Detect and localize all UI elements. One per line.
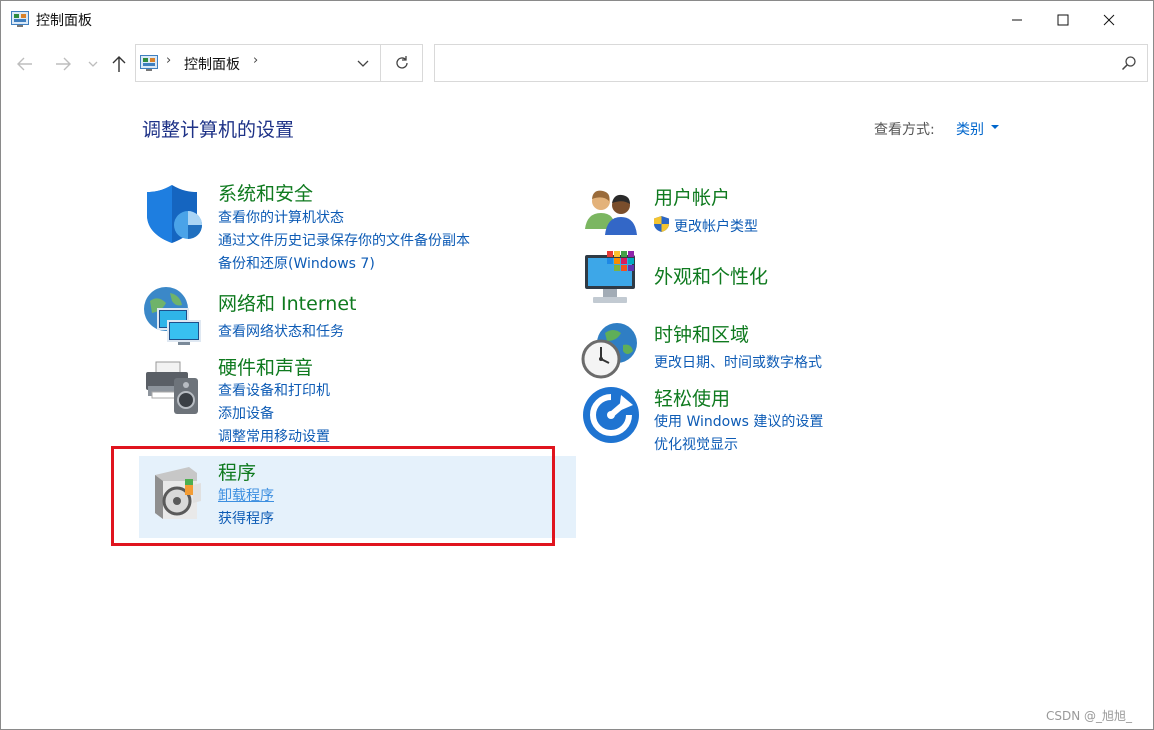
chevron-down-icon — [88, 61, 98, 67]
monitor-palette-icon[interactable] — [581, 249, 643, 311]
recent-locations-button[interactable] — [85, 52, 101, 76]
category-system-security[interactable]: 系统和安全 — [218, 179, 313, 206]
link-devices-printers[interactable]: 查看设备和打印机 — [218, 380, 330, 400]
link-change-account-type[interactable]: 更改帐户类型 — [674, 216, 758, 236]
up-arrow-icon — [112, 56, 126, 72]
category-ease-of-access[interactable]: 轻松使用 — [654, 384, 730, 411]
category-clock-region[interactable]: 时钟和区域 — [654, 320, 749, 347]
search-icon[interactable] — [1121, 55, 1137, 71]
caret-down-icon[interactable] — [991, 125, 999, 129]
maximize-icon — [1057, 14, 1069, 26]
search-input[interactable] — [443, 53, 1103, 73]
view-by-dropdown[interactable]: 类别 — [956, 119, 984, 139]
refresh-button[interactable] — [381, 45, 423, 81]
address-dropdown-button[interactable] — [346, 45, 380, 81]
breadcrumb-separator[interactable]: › — [253, 53, 258, 68]
minimize-button[interactable] — [994, 1, 1040, 39]
control-panel-icon — [140, 55, 158, 71]
breadcrumb-control-panel[interactable]: 控制面板 — [184, 54, 240, 74]
navigation-bar: › 控制面板 › — [1, 39, 1153, 89]
refresh-icon — [396, 56, 408, 69]
network-globe-icon[interactable] — [142, 285, 204, 347]
link-windows-recommended-settings[interactable]: 使用 Windows 建议的设置 — [654, 411, 823, 431]
link-view-computer-status[interactable]: 查看你的计算机状态 — [218, 207, 344, 227]
watermark: CSDN @_旭旭_ — [1046, 709, 1133, 723]
page-title: 调整计算机的设置 — [142, 119, 295, 141]
up-button[interactable] — [107, 52, 131, 76]
close-button[interactable] — [1086, 1, 1132, 39]
category-hardware-sound[interactable]: 硬件和声音 — [218, 353, 313, 380]
link-uninstall-program[interactable]: 卸载程序 — [218, 485, 274, 505]
users-icon[interactable] — [581, 183, 643, 245]
back-button[interactable] — [13, 52, 37, 76]
link-network-status-tasks[interactable]: 查看网络状态和任务 — [218, 321, 344, 341]
printer-speaker-icon[interactable] — [142, 356, 204, 418]
control-panel-icon — [11, 11, 29, 27]
address-bar[interactable]: › 控制面板 › — [135, 44, 423, 82]
category-user-accounts[interactable]: 用户帐户 — [654, 183, 730, 210]
forward-button[interactable] — [51, 52, 75, 76]
category-appearance-personalization[interactable]: 外观和个性化 — [654, 262, 768, 289]
forward-arrow-icon — [56, 57, 71, 71]
shield-icon[interactable] — [144, 183, 206, 245]
chevron-down-icon — [357, 60, 369, 67]
link-optimize-visual-display[interactable]: 优化视觉显示 — [654, 434, 738, 454]
link-change-date-time-format[interactable]: 更改日期、时间或数字格式 — [654, 352, 822, 372]
ease-of-access-icon[interactable] — [581, 385, 643, 447]
programs-disc-icon[interactable] — [149, 461, 211, 523]
link-backup-restore[interactable]: 备份和还原(Windows 7) — [218, 253, 375, 273]
maximize-button[interactable] — [1040, 1, 1086, 39]
control-panel-window: 控制面板 › 控制面板 › 调整计算机的设置 查看方式: 类别 系统和安全 查看… — [0, 0, 1154, 730]
link-file-history-backup[interactable]: 通过文件历史记录保存你的文件备份副本 — [218, 230, 470, 250]
title-bar: 控制面板 — [1, 1, 1153, 39]
uac-shield-icon — [654, 216, 669, 232]
link-mobility-settings[interactable]: 调整常用移动设置 — [218, 426, 330, 446]
link-get-programs[interactable]: 获得程序 — [218, 508, 274, 528]
search-box[interactable] — [434, 44, 1148, 82]
window-title: 控制面板 — [36, 13, 92, 29]
minimize-icon — [1012, 19, 1022, 21]
back-arrow-icon — [17, 57, 32, 71]
clock-globe-icon[interactable] — [579, 319, 641, 381]
close-icon — [1103, 14, 1115, 26]
breadcrumb-separator[interactable]: › — [166, 53, 171, 68]
category-programs[interactable]: 程序 — [218, 458, 256, 485]
view-by-label: 查看方式: — [874, 122, 935, 138]
link-add-device[interactable]: 添加设备 — [218, 403, 274, 423]
category-network-internet[interactable]: 网络和 Internet — [218, 289, 356, 316]
